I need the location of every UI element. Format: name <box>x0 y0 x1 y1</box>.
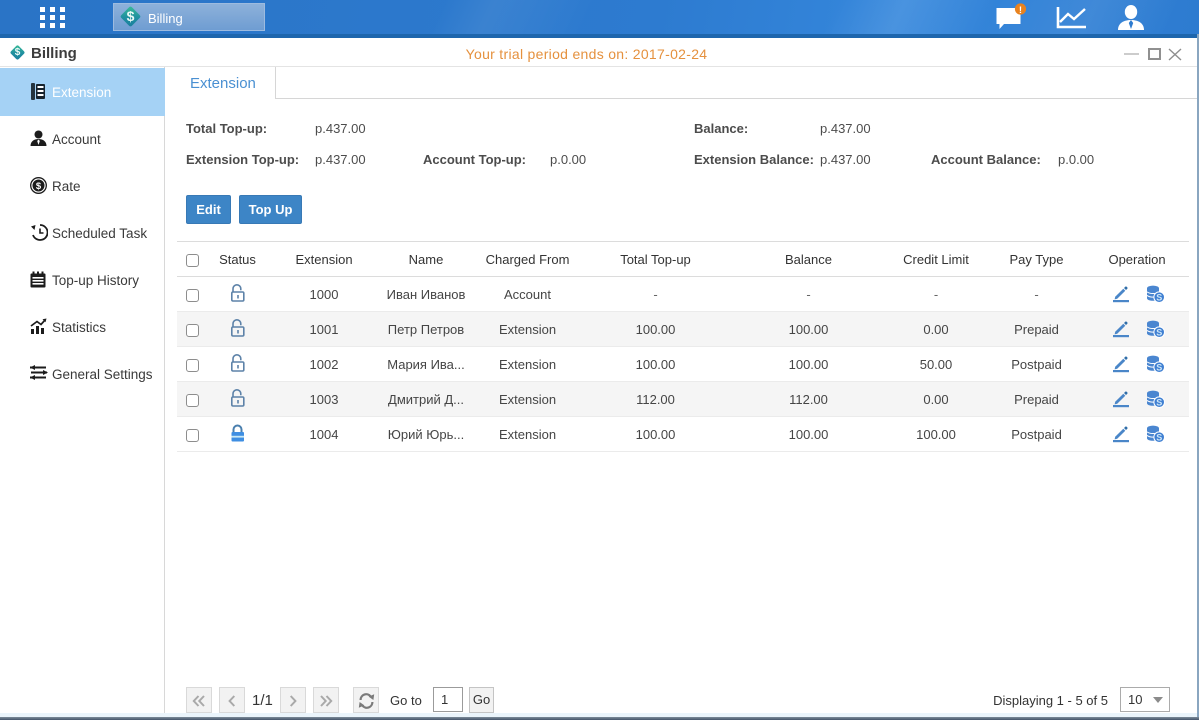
svg-text:S: S <box>1156 328 1162 338</box>
svg-text:S: S <box>1156 433 1162 443</box>
svg-text:S: S <box>1156 363 1162 373</box>
svg-text:!: ! <box>1019 5 1022 16</box>
svg-text:$: $ <box>36 181 42 192</box>
svg-text:S: S <box>1156 398 1162 408</box>
svg-text:S: S <box>1156 293 1162 303</box>
